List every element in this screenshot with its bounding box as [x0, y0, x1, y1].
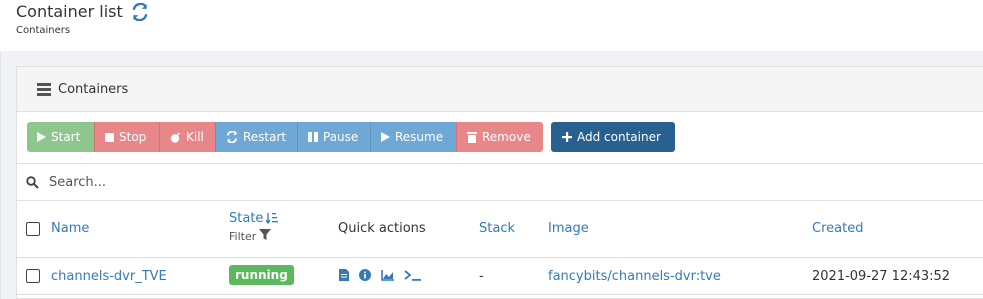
column-created-header[interactable]: Created: [812, 221, 863, 236]
state-sort-link[interactable]: State: [229, 211, 279, 226]
start-label: Start: [51, 130, 81, 144]
add-container-label: Add container: [577, 130, 661, 144]
pause-icon: [308, 132, 318, 142]
console-terminal-icon[interactable]: [404, 269, 421, 281]
breadcrumb: Containers: [16, 25, 71, 36]
info-icon[interactable]: [359, 269, 371, 281]
refresh-icon[interactable]: [131, 2, 149, 21]
remove-label: Remove: [482, 130, 531, 144]
widget-header: Containers: [17, 67, 983, 112]
widget-title: Containers: [58, 81, 129, 97]
container-actions-group: Start Stop Kill Restart Pause Resume Rem…: [27, 122, 543, 152]
add-container-button[interactable]: Add container: [551, 122, 675, 152]
stop-icon: [105, 132, 114, 142]
column-name-header[interactable]: Name: [51, 221, 89, 236]
refresh-icon: [226, 131, 238, 143]
remove-button[interactable]: Remove: [456, 122, 543, 152]
page-title-text: Container list: [16, 2, 123, 21]
filter-icon: [259, 229, 272, 244]
table-header: Name State Filter Quick actions Stack Im…: [17, 201, 983, 258]
restart-button[interactable]: Restart: [215, 122, 297, 152]
table-row: channels-dvr_TVE running - fancybits/cha…: [17, 259, 983, 295]
stack-value: -: [479, 269, 484, 284]
search-icon: [26, 175, 39, 189]
stats-chart-icon[interactable]: [381, 269, 394, 281]
quick-actions: [339, 269, 421, 281]
status-badge: running: [229, 265, 294, 285]
column-stack-header[interactable]: Stack: [479, 221, 515, 236]
action-toolbar: Start Stop Kill Restart Pause Resume Rem…: [27, 122, 675, 152]
play-icon: [37, 132, 46, 142]
column-quick-actions-header: Quick actions: [338, 221, 426, 236]
select-all-checkbox[interactable]: [26, 222, 40, 236]
search-input[interactable]: [49, 174, 649, 190]
column-state-header: State Filter: [229, 211, 279, 244]
start-button[interactable]: Start: [27, 122, 94, 152]
row-checkbox[interactable]: [26, 269, 40, 283]
kill-button[interactable]: Kill: [159, 122, 215, 152]
logs-file-icon[interactable]: [339, 269, 349, 281]
created-value: 2021-09-27 12:43:52: [812, 269, 951, 284]
sort-icon: [266, 213, 279, 224]
list-icon: [37, 82, 51, 96]
page-title: Container list: [16, 2, 149, 21]
container-name-link[interactable]: channels-dvr_TVE: [51, 269, 167, 284]
stop-button[interactable]: Stop: [94, 122, 159, 152]
resume-button[interactable]: Resume: [370, 122, 456, 152]
image-link[interactable]: fancybits/channels-dvr:tve: [548, 269, 721, 284]
play-icon: [381, 132, 390, 142]
resume-label: Resume: [395, 130, 444, 144]
pause-label: Pause: [323, 130, 359, 144]
column-image-header[interactable]: Image: [548, 221, 589, 236]
bomb-icon: [170, 131, 181, 143]
stop-label: Stop: [119, 130, 147, 144]
state-filter[interactable]: Filter: [229, 229, 278, 244]
state-filter-label: Filter: [229, 230, 257, 243]
state-header-label: State: [229, 211, 264, 226]
containers-widget: Containers Start Stop Kill Restart Pause: [16, 66, 983, 299]
kill-label: Kill: [186, 130, 204, 144]
search-bar: [17, 163, 983, 201]
page-header: Container list Containers: [0, 0, 983, 51]
pause-button[interactable]: Pause: [297, 122, 370, 152]
restart-label: Restart: [243, 130, 287, 144]
trash-icon: [467, 131, 477, 143]
plus-icon: [562, 132, 572, 142]
